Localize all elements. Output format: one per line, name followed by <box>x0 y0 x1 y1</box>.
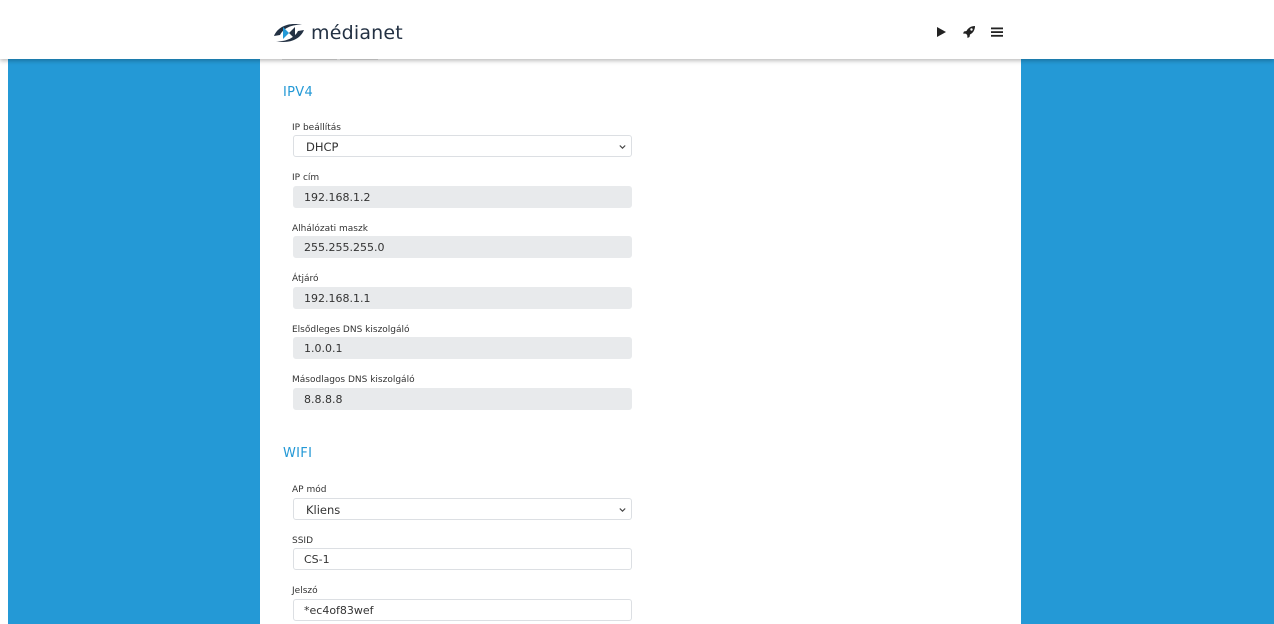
play-icon[interactable] <box>934 25 948 39</box>
ip-address-field: 192.168.1.2 <box>293 186 632 208</box>
primary-dns-field: 1.0.0.1 <box>293 337 632 359</box>
section-title-wifi: WIFI <box>283 446 313 461</box>
gateway-label: Átjáró <box>292 274 319 284</box>
ssid-label: SSID <box>292 536 314 546</box>
brand-name: médianet <box>311 22 403 44</box>
top-navbar: médianet <box>0 0 1274 59</box>
tab-underline <box>282 59 378 60</box>
ip-setting-label: IP beállítás <box>292 123 341 133</box>
ap-mode-label: AP mód <box>292 485 327 495</box>
password-input[interactable]: *ec4of83wef <box>293 599 632 621</box>
subnet-mask-label: Alhálózati maszk <box>292 224 368 234</box>
chevron-down-icon <box>619 508 626 513</box>
ip-setting-select[interactable]: DHCP <box>293 135 632 157</box>
gateway-field: 192.168.1.1 <box>293 287 632 309</box>
secondary-dns-field: 8.8.8.8 <box>293 388 632 410</box>
brand-logo[interactable]: médianet <box>272 18 403 48</box>
ap-mode-value: Kliens <box>306 503 341 517</box>
ip-setting-value: DHCP <box>306 140 339 154</box>
chevron-down-icon <box>619 145 626 150</box>
ssid-input[interactable]: CS-1 <box>293 548 632 570</box>
medianet-logo-icon <box>274 24 304 42</box>
nav-icons <box>934 25 1004 39</box>
secondary-dns-label: Másodlagos DNS kiszolgáló <box>292 375 415 385</box>
section-title-ipv4: IPV4 <box>283 85 314 100</box>
rocket-icon[interactable] <box>962 25 976 39</box>
ip-address-label: IP cím <box>292 173 320 183</box>
subnet-mask-field: 255.255.255.0 <box>293 236 632 258</box>
settings-panel: IPV4 IP beállítás DHCP IP cím 192.168.1.… <box>260 59 1021 624</box>
password-label: Jelszó <box>292 586 318 596</box>
ap-mode-select[interactable]: Kliens <box>293 498 632 520</box>
primary-dns-label: Elsődleges DNS kiszolgáló <box>292 325 410 335</box>
menu-icon[interactable] <box>990 25 1004 39</box>
